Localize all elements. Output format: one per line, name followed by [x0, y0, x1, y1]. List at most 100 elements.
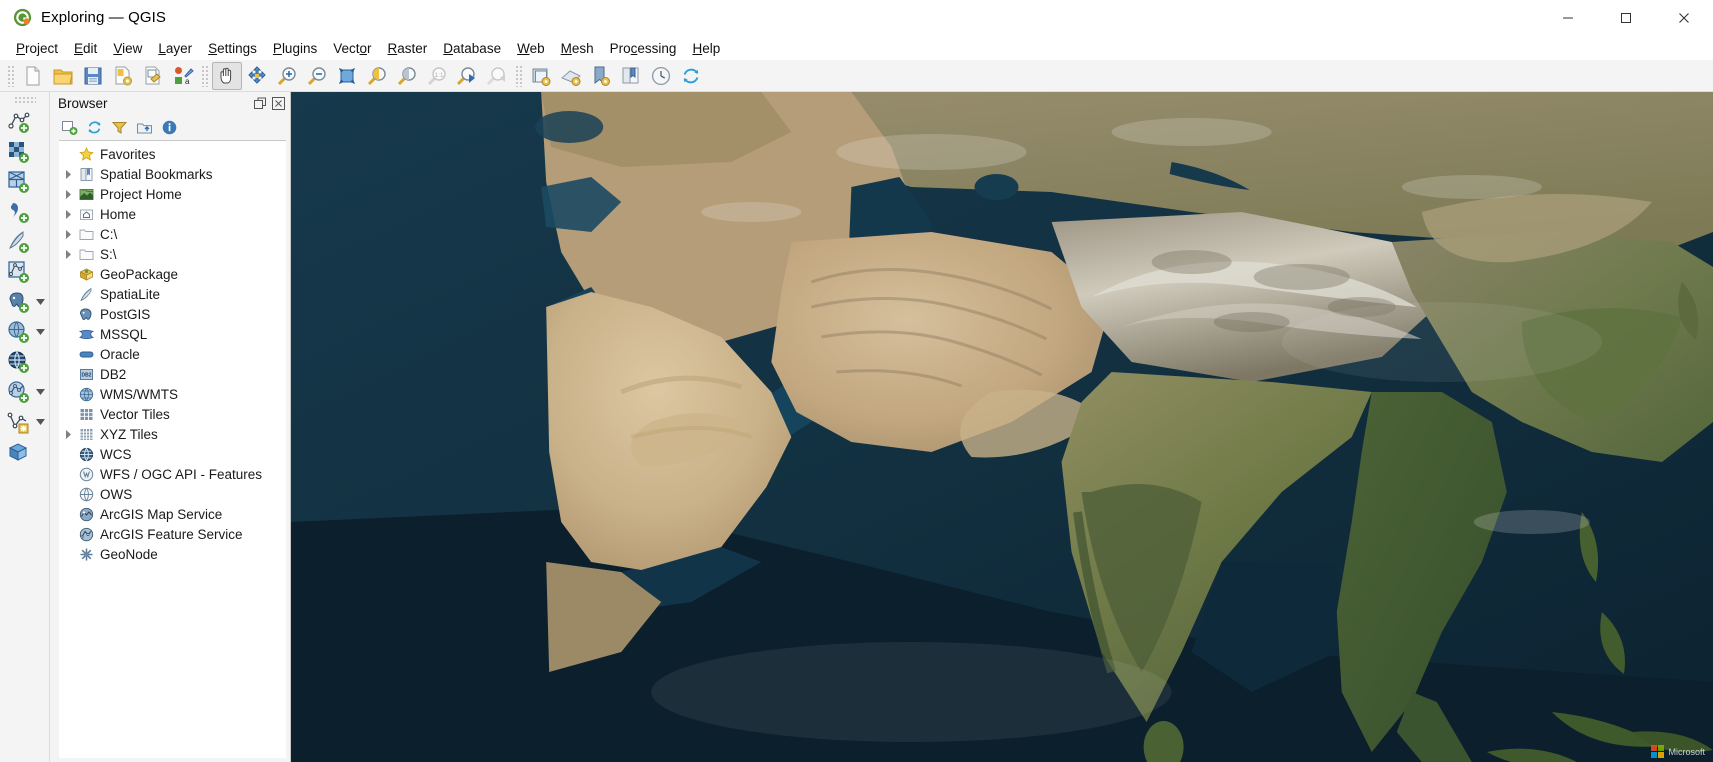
vector-tiles-icon	[76, 407, 96, 422]
add-postgis-dropdown-caret[interactable]	[34, 288, 48, 316]
menu-database[interactable]: Database	[435, 39, 509, 58]
expand-arrow-icon[interactable]	[61, 210, 76, 219]
browser-item-label: C:\	[96, 227, 117, 242]
expand-arrow-icon[interactable]	[61, 250, 76, 259]
add-wms-layer-button[interactable]	[4, 318, 34, 346]
close-button[interactable]	[1655, 0, 1713, 36]
zoom-last-button[interactable]	[452, 62, 482, 90]
browser-item-wfs-ogc-api-features[interactable]: WFS / OGC API - Features	[59, 464, 286, 484]
menu-project[interactable]: Project	[8, 39, 66, 58]
browser-item-ows[interactable]: OWS	[59, 484, 286, 504]
info-icon[interactable]	[158, 116, 181, 138]
geopackage-icon	[76, 267, 96, 282]
close-icon[interactable]	[271, 96, 286, 111]
menu-web[interactable]: Web	[509, 39, 553, 58]
new-bookmark-button[interactable]	[616, 62, 646, 90]
browser-item-vector-tiles[interactable]: Vector Tiles	[59, 404, 286, 424]
expand-arrow-icon[interactable]	[61, 430, 76, 439]
refresh-button[interactable]	[676, 62, 706, 90]
add-arcgis-dropdown-caret[interactable]	[34, 378, 48, 406]
filter-icon[interactable]	[108, 116, 131, 138]
browser-item-oracle[interactable]: Oracle	[59, 344, 286, 364]
new-shapefile-layer-button[interactable]	[4, 408, 34, 436]
add-mesh-layer-button[interactable]	[4, 168, 34, 196]
temporal-controller-button[interactable]	[646, 62, 676, 90]
new-geopackage-button[interactable]	[4, 438, 34, 466]
new-map-view-button[interactable]	[526, 62, 556, 90]
add-arcgis-layer-button[interactable]	[4, 378, 34, 406]
show-bookmarks-button[interactable]	[586, 62, 616, 90]
zoom-native-button[interactable]: 1:1	[422, 62, 452, 90]
svg-text:DB2: DB2	[81, 372, 91, 378]
minimize-button[interactable]	[1539, 0, 1597, 36]
new-project-button[interactable]	[18, 62, 48, 90]
add-wfs-layer-button[interactable]	[4, 348, 34, 376]
add-postgis-button[interactable]	[4, 288, 34, 316]
add-spatialite-button[interactable]	[4, 228, 34, 256]
zoom-to-selection-button[interactable]	[362, 62, 392, 90]
menu-raster[interactable]: Raster	[380, 39, 436, 58]
browser-item-postgis[interactable]: PostGIS	[59, 304, 286, 324]
collapse-all-icon[interactable]	[133, 116, 156, 138]
menu-processing[interactable]: Processing	[602, 39, 685, 58]
browser-item-arcgis-feature-service[interactable]: ArcGIS Feature Service	[59, 524, 286, 544]
add-raster-layer-button[interactable]	[4, 138, 34, 166]
save-project-button[interactable]	[78, 62, 108, 90]
zoom-to-layer-button[interactable]	[392, 62, 422, 90]
expand-arrow-icon[interactable]	[61, 230, 76, 239]
expand-arrow-icon[interactable]	[61, 190, 76, 199]
browser-item-geopackage[interactable]: GeoPackage	[59, 264, 286, 284]
add-vector-tile-button[interactable]	[4, 258, 34, 286]
menu-plugins[interactable]: Plugins	[265, 39, 325, 58]
pan-to-selection-button[interactable]	[242, 62, 272, 90]
browser-item-favorites[interactable]: Favorites	[59, 144, 286, 164]
style-manager-button[interactable]: a	[168, 62, 198, 90]
browser-item-spatialite[interactable]: SpatiaLite	[59, 284, 286, 304]
add-layer-icon[interactable]	[58, 116, 81, 138]
browser-tree[interactable]: Favorites Spatial Bookmarks Project Ho	[59, 140, 286, 758]
add-wms-dropdown-caret[interactable]	[34, 318, 48, 346]
menu-bar: Project Edit View Layer Settings Plugins…	[0, 36, 1713, 60]
zoom-next-button[interactable]	[482, 62, 512, 90]
pan-map-button[interactable]	[212, 62, 242, 90]
maximize-button[interactable]	[1597, 0, 1655, 36]
browser-item-c-drive[interactable]: C:\	[59, 224, 286, 244]
browser-item-home[interactable]: Home	[59, 204, 286, 224]
browser-item-xyz-tiles[interactable]: XYZ Tiles	[59, 424, 286, 444]
toolbar-grip[interactable]	[7, 65, 15, 87]
browser-item-project-home[interactable]: Project Home	[59, 184, 286, 204]
browser-item-mssql[interactable]: MSSQL	[59, 324, 286, 344]
refresh-icon[interactable]	[83, 116, 106, 138]
browser-item-wms-wmts[interactable]: WMS/WMTS	[59, 384, 286, 404]
new-shapefile-dropdown-caret[interactable]	[34, 408, 48, 436]
add-vector-layer-button[interactable]	[4, 108, 34, 136]
menu-mesh[interactable]: Mesh	[553, 39, 602, 58]
menu-help[interactable]: Help	[684, 39, 728, 58]
browser-item-wcs[interactable]: WCS	[59, 444, 286, 464]
menu-vector[interactable]: Vector	[325, 39, 379, 58]
menu-layer[interactable]: Layer	[150, 39, 200, 58]
undock-icon[interactable]	[253, 96, 268, 111]
menu-label: Help	[692, 41, 720, 56]
zoom-in-button[interactable]	[272, 62, 302, 90]
menu-settings[interactable]: Settings	[200, 39, 265, 58]
browser-item-geonode[interactable]: GeoNode	[59, 544, 286, 564]
main-toolbar: a 1:1	[0, 60, 1713, 92]
new-3d-map-view-button[interactable]	[556, 62, 586, 90]
zoom-full-button[interactable]	[332, 62, 362, 90]
browser-item-s-drive[interactable]: S:\	[59, 244, 286, 264]
open-project-button[interactable]	[48, 62, 78, 90]
zoom-out-button[interactable]	[302, 62, 332, 90]
map-canvas[interactable]: Microsoft	[291, 92, 1713, 762]
expand-arrow-icon[interactable]	[61, 170, 76, 179]
save-project-as-button[interactable]	[108, 62, 138, 90]
left-toolbar-grip[interactable]	[14, 96, 36, 103]
new-print-layout-button[interactable]	[138, 62, 168, 90]
menu-edit[interactable]: Edit	[66, 39, 105, 58]
wms-icon	[76, 387, 96, 402]
browser-item-arcgis-map-service[interactable]: ArcGIS Map Service	[59, 504, 286, 524]
browser-item-spatial-bookmarks[interactable]: Spatial Bookmarks	[59, 164, 286, 184]
menu-view[interactable]: View	[105, 39, 150, 58]
browser-item-db2[interactable]: DB2 DB2	[59, 364, 286, 384]
add-delimited-text-button[interactable]	[4, 198, 34, 226]
